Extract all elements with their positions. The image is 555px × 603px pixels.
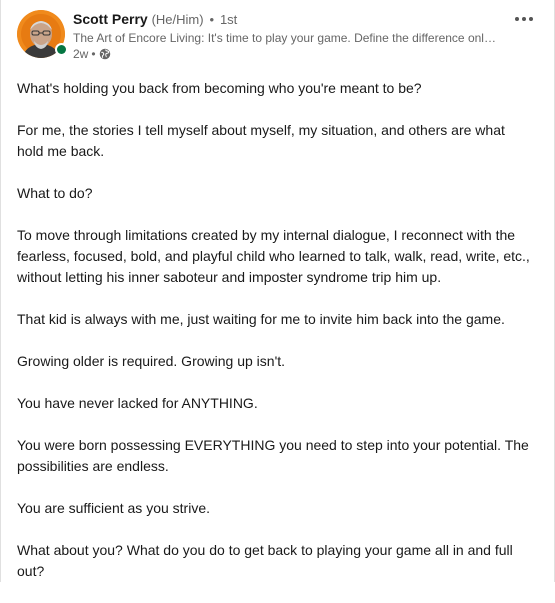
author-name[interactable]: Scott Perry (73, 11, 148, 27)
separator-dot: • (209, 12, 215, 27)
separator-dot: • (91, 47, 96, 61)
post-header: Scott Perry (He/Him) • 1st The Art of En… (17, 10, 538, 66)
author-headline[interactable]: The Art of Encore Living: It's time to p… (73, 30, 498, 46)
post-time-line: 2w • (73, 46, 498, 62)
post-card: Scott Perry (He/Him) • 1st The Art of En… (0, 0, 555, 582)
post-paragraph: What about you? What do you do to get ba… (17, 542, 513, 579)
author-pronouns: (He/Him) (151, 12, 204, 27)
more-options-icon (522, 17, 526, 21)
post-paragraph: You have never lacked for ANYTHING. (17, 395, 258, 411)
connection-degree: 1st (219, 12, 238, 27)
post-paragraph: What to do? (17, 185, 93, 201)
post-time[interactable]: 2w (73, 46, 88, 62)
post-paragraph: To move through limitations created by m… (17, 227, 530, 285)
post-text: What's holding you back from becoming wh… (17, 78, 532, 603)
post-paragraph: That kid is always with me, just waiting… (17, 311, 505, 327)
post-paragraph: Growing older is required. Growing up is… (17, 353, 286, 369)
more-options-button[interactable] (510, 10, 538, 28)
author-meta: Scott Perry (He/Him) • 1st The Art of En… (73, 10, 498, 62)
globe-icon (99, 48, 110, 60)
online-status-icon (55, 43, 68, 56)
post-paragraph: For me, the stories I tell myself about … (17, 122, 505, 159)
author-name-line: Scott Perry (He/Him) • 1st (73, 10, 498, 29)
more-options-icon (515, 17, 519, 21)
post-paragraph: You were born possessing EVERYTHING you … (17, 437, 529, 474)
post-paragraph: What's holding you back from becoming wh… (17, 80, 422, 96)
post-paragraph: You are sufficient as you strive. (17, 500, 210, 516)
author-avatar-link[interactable] (17, 10, 68, 58)
more-options-icon (529, 17, 533, 21)
